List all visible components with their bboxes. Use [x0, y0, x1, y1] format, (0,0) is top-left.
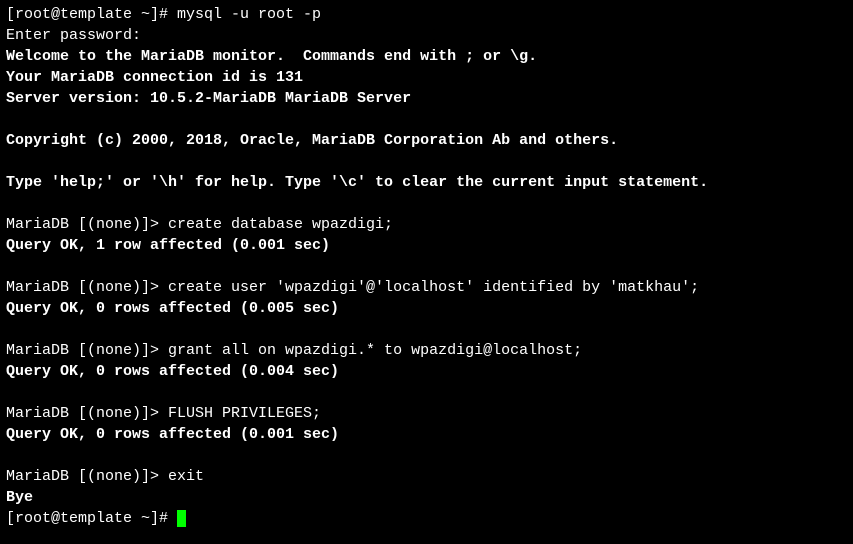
terminal-line: Query OK, 1 row affected (0.001 sec)	[6, 235, 847, 256]
terminal-line: Your MariaDB connection id is 131	[6, 67, 847, 88]
terminal-line	[6, 193, 847, 214]
terminal-output[interactable]: [root@template ~]# mysql -u root -pEnter…	[6, 4, 847, 529]
terminal-prompt-line[interactable]: [root@template ~]#	[6, 508, 847, 529]
terminal-line	[6, 256, 847, 277]
terminal-line: Query OK, 0 rows affected (0.005 sec)	[6, 298, 847, 319]
terminal-line: Bye	[6, 487, 847, 508]
terminal-line: [root@template ~]# mysql -u root -p	[6, 4, 847, 25]
terminal-line: MariaDB [(none)]> create user 'wpazdigi'…	[6, 277, 847, 298]
terminal-line: MariaDB [(none)]> create database wpazdi…	[6, 214, 847, 235]
cursor-icon	[177, 510, 186, 527]
terminal-line: Type 'help;' or '\h' for help. Type '\c'…	[6, 172, 847, 193]
terminal-line	[6, 445, 847, 466]
terminal-line	[6, 319, 847, 340]
terminal-line: Query OK, 0 rows affected (0.004 sec)	[6, 361, 847, 382]
terminal-line	[6, 151, 847, 172]
terminal-line: MariaDB [(none)]> FLUSH PRIVILEGES;	[6, 403, 847, 424]
terminal-line	[6, 109, 847, 130]
terminal-line: Enter password:	[6, 25, 847, 46]
terminal-line: Copyright (c) 2000, 2018, Oracle, MariaD…	[6, 130, 847, 151]
shell-prompt: [root@template ~]#	[6, 510, 177, 527]
terminal-line: MariaDB [(none)]> exit	[6, 466, 847, 487]
terminal-line	[6, 382, 847, 403]
terminal-line: Query OK, 0 rows affected (0.001 sec)	[6, 424, 847, 445]
terminal-line: Server version: 10.5.2-MariaDB MariaDB S…	[6, 88, 847, 109]
terminal-line: Welcome to the MariaDB monitor. Commands…	[6, 46, 847, 67]
terminal-line: MariaDB [(none)]> grant all on wpazdigi.…	[6, 340, 847, 361]
